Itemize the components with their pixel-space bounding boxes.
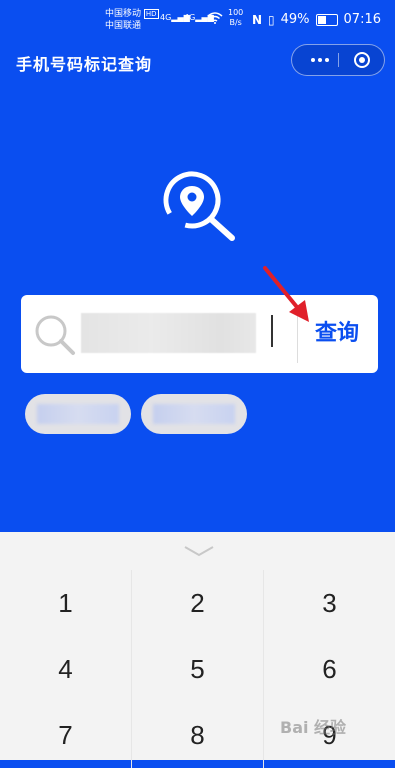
target-icon <box>354 52 370 68</box>
title-bar: 手机号码标记查询 <box>0 44 395 80</box>
red-arrow-annotation <box>263 266 309 322</box>
blurred-number <box>37 404 119 424</box>
blurred-number <box>153 404 235 424</box>
wifi-icon <box>207 12 223 24</box>
vibrate-icon: ▯ <box>268 12 275 27</box>
history-chip[interactable] <box>141 394 247 434</box>
hd-badge: HD <box>143 9 159 19</box>
nfc-icon: N <box>251 12 263 27</box>
keyboard-row: 4 5 6 <box>0 636 395 702</box>
close-mini-program-button[interactable] <box>344 45 380 75</box>
key-4[interactable]: 4 <box>0 636 131 702</box>
capsule-divider <box>338 53 339 67</box>
dot-icon <box>325 58 329 62</box>
watermark: Bai 经验 <box>280 718 347 737</box>
more-menu-button[interactable] <box>302 45 338 75</box>
key-3[interactable]: 3 <box>264 570 395 636</box>
key-7[interactable]: 7 <box>0 702 131 768</box>
carrier-info: 中国移动 HD 中国联通 <box>105 8 165 32</box>
query-button[interactable]: 查询 <box>307 317 367 351</box>
key-6[interactable]: 6 <box>264 636 395 702</box>
key-8[interactable]: 8 <box>131 702 264 768</box>
dot-icon <box>318 58 322 62</box>
key-1[interactable]: 1 <box>0 570 131 636</box>
net-speed: 100 B/s <box>228 8 244 27</box>
carrier-2: 中国联通 <box>105 21 142 31</box>
key-5[interactable]: 5 <box>131 636 264 702</box>
page-title: 手机号码标记查询 <box>16 55 153 74</box>
history-chip[interactable] <box>25 394 131 434</box>
status-right: N ▯ 49% 07:16 <box>252 12 381 27</box>
clock: 07:16 <box>343 12 381 27</box>
phone-number-input[interactable] <box>81 313 256 353</box>
carrier-1: 中国移动 <box>105 9 142 19</box>
search-history <box>25 394 247 434</box>
key-2[interactable]: 2 <box>131 570 264 636</box>
battery-percent: 49% <box>280 12 310 27</box>
search-box: 查询 <box>21 295 378 373</box>
dot-icon <box>311 58 315 62</box>
keyboard-row: 1 2 3 <box>0 570 395 636</box>
location-search-logo-icon <box>163 171 235 241</box>
chevron-down-icon[interactable] <box>183 544 215 558</box>
status-bar: 中国移动 HD 中国联通 4G▂▄▆ 4G▂▄▆ 100 B/s N ▯ 49%… <box>0 0 395 40</box>
mini-program-capsule <box>291 44 385 76</box>
battery-icon <box>315 13 338 26</box>
search-icon <box>35 315 75 355</box>
